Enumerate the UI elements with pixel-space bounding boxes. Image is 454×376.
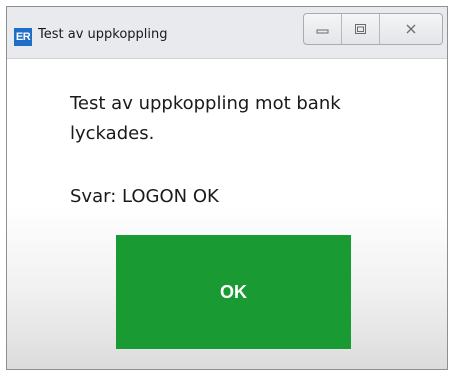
dialog-window: ER Test av uppkoppling Test av uppkoppli… — [6, 6, 448, 370]
close-icon — [406, 24, 416, 34]
title-bar[interactable]: ER Test av uppkoppling — [7, 7, 447, 59]
window-controls — [303, 13, 443, 45]
dialog-content: Test av uppkoppling mot bank lyckades. S… — [7, 59, 447, 369]
ok-button[interactable]: OK — [116, 235, 351, 349]
result-message: Test av uppkoppling mot bank lyckades. — [70, 93, 341, 144]
response-text: Svar: LOGON OK — [70, 186, 219, 207]
minimize-button[interactable] — [304, 14, 342, 44]
window-title: Test av uppkoppling — [38, 27, 168, 42]
app-logo-icon: ER — [14, 28, 32, 46]
maximize-icon — [354, 24, 366, 34]
maximize-button[interactable] — [342, 14, 380, 44]
minimize-icon — [316, 29, 328, 34]
close-button[interactable] — [380, 14, 442, 44]
